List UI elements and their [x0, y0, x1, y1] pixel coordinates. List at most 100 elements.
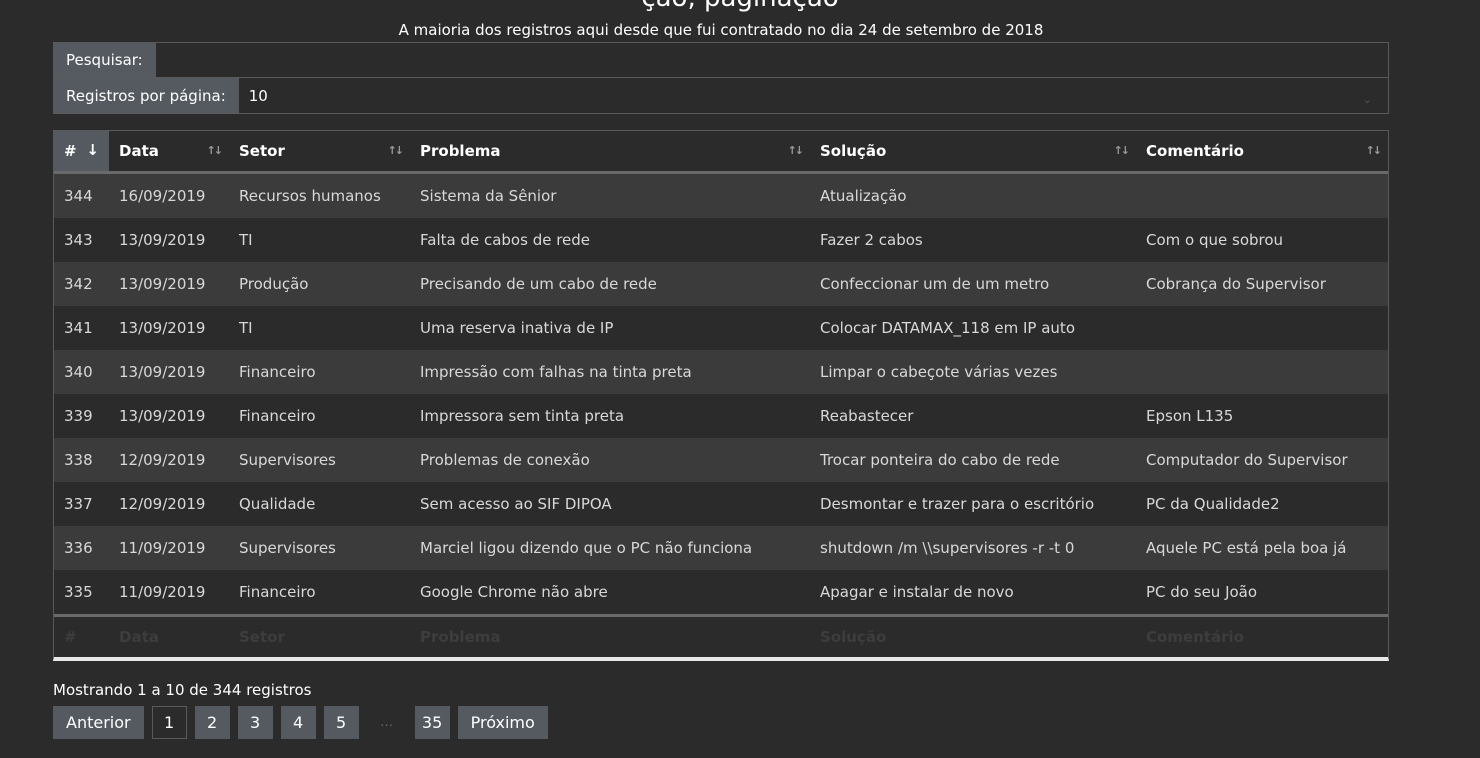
cell-date: 16/09/2019 — [109, 172, 229, 218]
previous-page-button[interactable]: Anterior — [53, 706, 144, 739]
table-info: Mostrando 1 a 10 de 344 registros — [53, 681, 312, 699]
table-row: 338 12/09/2019 Supervisores Problemas de co… — [54, 438, 1388, 482]
table-row: 336 11/09/2019 Supervisores Marciel ligou d… — [54, 526, 1388, 570]
cell-problem: Impressora sem tinta preta — [410, 394, 810, 438]
cell-comment: Aquele PC está pela boa já — [1136, 526, 1388, 570]
cell-solution: Confeccionar um de um metro — [810, 262, 1136, 306]
cell-problem: Problemas de conexão — [410, 438, 810, 482]
table-row: 339 13/09/2019 Financeiro Impressora sem ti… — [54, 394, 1388, 438]
cell-solution: shutdown /m \\supervisores -r -t 0 — [810, 526, 1136, 570]
cell-sector: TI — [229, 218, 410, 262]
page-button-4[interactable]: 4 — [280, 706, 316, 739]
sort-both-icon: ↑↓ — [206, 144, 224, 157]
page-button-35[interactable]: 35 — [414, 706, 450, 739]
footer-header-id: # — [54, 614, 109, 657]
cell-comment — [1136, 306, 1388, 350]
table-header-row: # ↓ Data ↑↓ Setor ↑↓ Problema ↑↓ Solução… — [54, 131, 1388, 174]
cell-date: 11/09/2019 — [109, 570, 229, 616]
cell-comment: PC da Qualidade2 — [1136, 482, 1388, 526]
cell-date: 12/09/2019 — [109, 482, 229, 526]
column-header-sector[interactable]: Setor ↑↓ — [229, 131, 410, 174]
cell-date: 13/09/2019 — [109, 218, 229, 262]
sort-both-icon: ↑↓ — [1113, 144, 1131, 157]
cell-id: 340 — [54, 350, 109, 394]
column-header-id[interactable]: # ↓ — [54, 131, 109, 174]
cell-date: 11/09/2019 — [109, 526, 229, 570]
cell-date: 13/09/2019 — [109, 262, 229, 306]
pagination: Anterior 1 2 3 4 5 … 35 Próximo — [53, 706, 548, 739]
table-row: 342 13/09/2019 Produção Precisando de um ca… — [54, 262, 1388, 306]
cell-sector: Supervisores — [229, 526, 410, 570]
footer-header-problem: Problema — [410, 614, 810, 657]
sort-both-icon: ↑↓ — [1365, 144, 1383, 157]
cell-id: 341 — [54, 306, 109, 350]
table-body: 344 16/09/2019 Recursos humanos Sistema da … — [54, 172, 1388, 616]
table-row: 335 11/09/2019 Financeiro Google Chrome não… — [54, 570, 1388, 616]
cell-id: 343 — [54, 218, 109, 262]
cell-comment: Cobrança do Supervisor — [1136, 262, 1388, 306]
cell-comment: Epson L135 — [1136, 394, 1388, 438]
column-header-comment[interactable]: Comentário ↑↓ — [1136, 131, 1388, 174]
page: ção, paginação A maioria dos registros a… — [0, 0, 1480, 758]
search-label: Pesquisar: — [54, 43, 155, 77]
cell-solution: Apagar e instalar de novo — [810, 570, 1136, 616]
per-page-label: Registros por página: — [54, 78, 238, 113]
page-button-1[interactable]: 1 — [151, 706, 187, 739]
cell-problem: Sistema da Sênior — [410, 172, 810, 218]
column-header-problem[interactable]: Problema ↑↓ — [410, 131, 810, 174]
cell-id: 342 — [54, 262, 109, 306]
table-row: 341 13/09/2019 TI Uma reserva inativa de IP… — [54, 306, 1388, 350]
cell-sector: Financeiro — [229, 350, 410, 394]
cell-sector: Produção — [229, 262, 410, 306]
cell-problem: Falta de cabos de rede — [410, 218, 810, 262]
per-page-row: Registros por página: 10 ⌄ — [53, 78, 1389, 114]
cell-solution: Trocar ponteira do cabo de rede — [810, 438, 1136, 482]
cell-id: 337 — [54, 482, 109, 526]
column-header-date[interactable]: Data ↑↓ — [109, 131, 229, 174]
cell-sector: Recursos humanos — [229, 172, 410, 218]
page-button-2[interactable]: 2 — [194, 706, 230, 739]
search-input[interactable] — [154, 43, 1388, 77]
cell-problem: Precisando de um cabo de rede — [410, 262, 810, 306]
cell-problem: Uma reserva inativa de IP — [410, 306, 810, 350]
cell-comment — [1136, 172, 1388, 218]
sort-both-icon: ↑↓ — [787, 144, 805, 157]
cell-id: 339 — [54, 394, 109, 438]
table-row: 337 12/09/2019 Qualidade Sem acesso ao SIF … — [54, 482, 1388, 526]
per-page-select[interactable]: 10 ⌄ — [237, 78, 1388, 113]
cell-problem: Marciel ligou dizendo que o PC não funci… — [410, 526, 810, 570]
column-header-solution[interactable]: Solução ↑↓ — [810, 131, 1136, 174]
sort-both-icon: ↑↓ — [387, 144, 405, 157]
per-page-value: 10 — [248, 86, 268, 105]
cell-id: 336 — [54, 526, 109, 570]
page-button-3[interactable]: 3 — [237, 706, 273, 739]
cell-date: 13/09/2019 — [109, 394, 229, 438]
cell-comment: PC do seu João — [1136, 570, 1388, 616]
cell-sector: Financeiro — [229, 394, 410, 438]
table-row: 344 16/09/2019 Recursos humanos Sistema da … — [54, 172, 1388, 218]
cell-comment: Computador do Supervisor — [1136, 438, 1388, 482]
table-footer-row: # Data Setor Problema Solução Comentário — [54, 614, 1388, 657]
records-table-wrapper: # ↓ Data ↑↓ Setor ↑↓ Problema ↑↓ Solução… — [53, 130, 1389, 661]
cell-problem: Google Chrome não abre — [410, 570, 810, 616]
cell-date: 13/09/2019 — [109, 350, 229, 394]
arrow-down-icon: ↓ — [86, 141, 99, 159]
cell-sector: Financeiro — [229, 570, 410, 616]
cell-solution: Limpar o cabeçote várias vezes — [810, 350, 1136, 394]
page-subtitle: A maioria dos registros aqui desde que f… — [398, 21, 1044, 39]
chevron-down-icon: ⌄ — [1362, 93, 1372, 106]
cell-solution: Colocar DATAMAX_118 em IP auto — [810, 306, 1136, 350]
cell-problem: Impressão com falhas na tinta preta — [410, 350, 810, 394]
cell-solution: Desmontar e trazer para o escritório — [810, 482, 1136, 526]
cell-problem: Sem acesso ao SIF DIPOA — [410, 482, 810, 526]
cell-sector: Qualidade — [229, 482, 410, 526]
table-row: 343 13/09/2019 TI Falta de cabos de rede Faz… — [54, 218, 1388, 262]
cell-solution: Fazer 2 cabos — [810, 218, 1136, 262]
cell-id: 335 — [54, 570, 109, 616]
page-button-5[interactable]: 5 — [323, 706, 359, 739]
records-table: # ↓ Data ↑↓ Setor ↑↓ Problema ↑↓ Solução… — [54, 131, 1388, 657]
next-page-button[interactable]: Próximo — [457, 706, 548, 739]
page-title-clipped: ção, paginação — [0, 0, 1480, 11]
table-controls: Pesquisar: Registros por página: 10 ⌄ — [53, 42, 1389, 114]
table-row: 340 13/09/2019 Financeiro Impressão com fal… — [54, 350, 1388, 394]
